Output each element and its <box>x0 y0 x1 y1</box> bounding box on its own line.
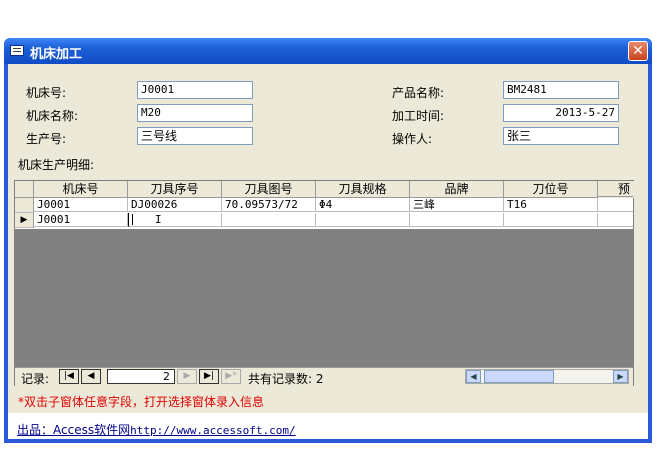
col-header-tool-seq[interactable]: 刀具序号 <box>128 181 222 198</box>
table-cell[interactable]: T16 <box>504 198 598 212</box>
detail-subform: 机床号 刀具序号 刀具图号 刀具规格 品牌 刀位号 预 J0001 DJ0002… <box>14 180 635 386</box>
table-cell[interactable] <box>410 213 504 227</box>
product-name-label: 产品名称: <box>392 86 445 100</box>
footer-url[interactable]: http://www.accessoft.com/ <box>130 424 296 437</box>
col-header-brand[interactable]: 品牌 <box>410 181 504 198</box>
machine-name-field[interactable]: M20 <box>137 104 253 122</box>
prev-record-button[interactable]: ◀ <box>81 369 101 384</box>
product-name-field[interactable]: BM2481 <box>503 81 619 99</box>
table-cell[interactable] <box>316 213 410 227</box>
process-time-field[interactable]: 2013-5-27 <box>503 104 619 122</box>
grid-header: 机床号 刀具序号 刀具图号 刀具规格 品牌 刀位号 预 <box>15 181 635 198</box>
scroll-left-arrow-icon[interactable]: ◀ <box>466 370 481 383</box>
table-cell[interactable]: 70.09573/72 <box>222 198 316 212</box>
window-title: 机床加工 <box>30 47 83 62</box>
row-selector[interactable] <box>15 198 34 213</box>
close-button[interactable]: ✕ <box>628 41 648 61</box>
current-row-marker[interactable]: ▶ <box>15 213 34 228</box>
col-header-tool-spec[interactable]: 刀具规格 <box>316 181 410 198</box>
last-record-button[interactable]: ▶| <box>199 369 219 384</box>
table-cell[interactable] <box>222 213 316 227</box>
col-header-partial[interactable]: 预 <box>598 181 633 197</box>
table-cell[interactable] <box>598 213 633 227</box>
new-record-button[interactable]: ▶* <box>221 369 241 384</box>
table-cell-editing[interactable]: I <box>128 213 222 227</box>
next-record-button[interactable]: ▶ <box>177 369 197 384</box>
record-number-input[interactable]: 2 <box>107 369 175 384</box>
machine-no-field[interactable]: J0001 <box>137 81 253 99</box>
process-time-label: 加工时间: <box>392 109 445 123</box>
table-cell[interactable]: J0001 <box>34 213 128 227</box>
title-bar[interactable]: 机床加工 ✕ <box>4 38 652 64</box>
table-cell[interactable]: J0001 <box>34 198 128 212</box>
scroll-thumb[interactable] <box>484 370 554 383</box>
table-cell[interactable]: 三峰 <box>410 198 504 212</box>
record-navigator: 记录: |◀ ◀ 2 ▶ ▶| ▶* 共有记录数: 2 ◀ ▶ <box>15 367 633 386</box>
col-header-machine-no[interactable]: 机床号 <box>34 181 128 198</box>
production-no-label: 生产号: <box>26 132 67 146</box>
detail-label: 机床生产明细: <box>18 158 95 172</box>
footer-prefix: 出品：Access软件网 <box>17 423 131 437</box>
table-cell[interactable]: DJ00026 <box>128 198 222 212</box>
col-header-slot-no[interactable]: 刀位号 <box>504 181 598 198</box>
col-header-tool-drawing[interactable]: 刀具图号 <box>222 181 316 198</box>
machine-name-label: 机床名称: <box>26 109 79 123</box>
production-no-field[interactable]: 三号线 <box>137 127 253 145</box>
table-cell[interactable]: Φ4 <box>316 198 410 212</box>
horizontal-scrollbar[interactable]: ◀ ▶ <box>465 369 629 384</box>
empty-grid-area <box>15 229 633 367</box>
grid-corner[interactable] <box>15 181 34 198</box>
form-icon <box>10 45 24 56</box>
table-cell[interactable] <box>504 213 598 227</box>
footer-link[interactable]: 出品：Access软件网http://www.accessoft.com/ <box>17 421 296 438</box>
operator-field[interactable]: 张三 <box>503 127 619 145</box>
operator-label: 操作人: <box>392 132 433 146</box>
record-label: 记录: <box>21 372 50 386</box>
record-count: 共有记录数: 2 <box>248 372 324 386</box>
ibeam-cursor: I <box>155 213 162 226</box>
first-record-button[interactable]: |◀ <box>59 369 79 384</box>
text-cursor <box>132 214 133 225</box>
scroll-right-arrow-icon[interactable]: ▶ <box>613 370 628 383</box>
machine-no-label: 机床号: <box>26 86 67 100</box>
table-cell[interactable] <box>598 198 633 212</box>
hint-text: *双击子窗体任意字段，打开选择窗体录入信息 <box>18 395 265 409</box>
